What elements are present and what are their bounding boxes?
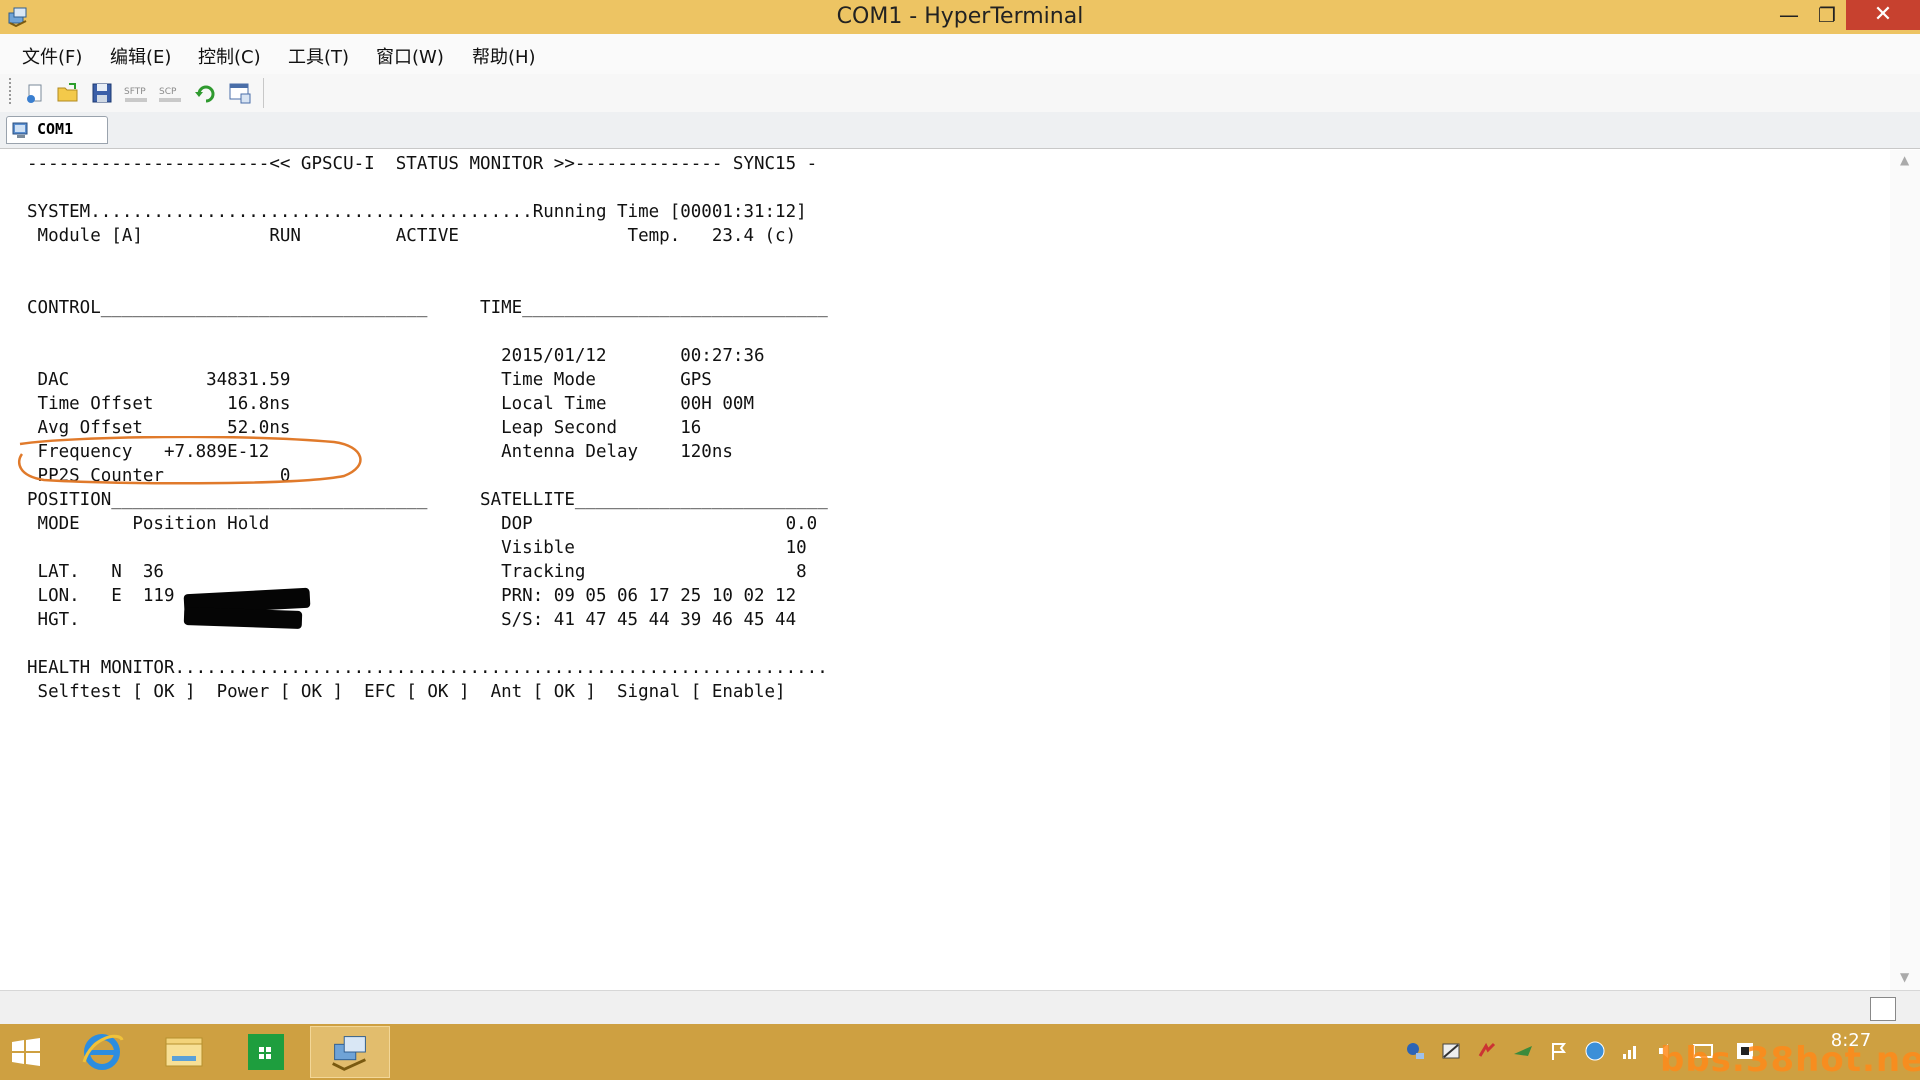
menu-file[interactable]: 文件(F): [22, 43, 82, 69]
store-icon[interactable]: [226, 1026, 306, 1078]
close-button[interactable]: ✕: [1846, 0, 1920, 30]
terminal-line: Selftest [ OK ] Power [ OK ] EFC [ OK ] …: [27, 682, 786, 702]
title-bar[interactable]: COM1 - HyperTerminal — ❐ ✕: [0, 0, 1920, 34]
terminal-line: Time Offset 16.8ns Local Time 00H 00M: [27, 394, 754, 414]
antivirus-icon[interactable]: [1476, 1040, 1498, 1062]
flag-icon[interactable]: [1548, 1040, 1570, 1062]
menu-tools[interactable]: 工具(T): [288, 43, 349, 69]
terminal-line: DAC 34831.59 Time Mode GPS: [27, 370, 712, 390]
maximize-button[interactable]: ❐: [1808, 0, 1846, 30]
terminal-line: -----------------------<< GPSCU-I STATUS…: [27, 154, 818, 174]
vertical-scrollbar[interactable]: [1890, 150, 1920, 990]
watermark-text: bbs.38hot.net: [1660, 1040, 1920, 1080]
terminal-line: MODE Position Hold DOP 0.0: [27, 514, 818, 534]
terminal-line: Visible 10: [27, 538, 807, 558]
scroll-down-icon[interactable]: ▼: [1900, 970, 1909, 984]
terminal-line: POSITION______________________________ S…: [27, 490, 828, 510]
network-icon[interactable]: [1404, 1040, 1426, 1062]
new-session-icon[interactable]: [22, 80, 48, 106]
terminal-line: Module [A] RUN ACTIVE Temp. 23.4 (c): [27, 226, 797, 246]
sftp-icon[interactable]: SFTP: [123, 80, 149, 106]
tab-com1[interactable]: COM1: [6, 116, 108, 144]
terminal-line: Frequency +7.889E-12 Antenna Delay 120ns: [27, 442, 733, 462]
session-tab-bar: COM1: [0, 112, 1920, 149]
internet-explorer-icon[interactable]: [62, 1026, 142, 1078]
signal-icon[interactable]: [1620, 1040, 1642, 1062]
file-explorer-icon[interactable]: [144, 1026, 224, 1078]
hyperterminal-icon[interactable]: [310, 1026, 390, 1078]
taskbar: 8:27: [0, 1024, 1920, 1080]
menu-help[interactable]: 帮助(H): [472, 43, 536, 69]
minimize-button[interactable]: —: [1770, 0, 1808, 30]
toolbar-grip[interactable]: [9, 78, 14, 104]
printer-icon[interactable]: [1512, 1040, 1534, 1062]
tab-label: COM1: [37, 120, 74, 138]
terminal-line: CONTROL_______________________________ T…: [27, 298, 828, 318]
terminal-output[interactable]: -----------------------<< GPSCU-I STATUS…: [0, 149, 1920, 989]
menu-window[interactable]: 窗口(W): [376, 43, 444, 69]
terminal-line: HGT. +25.78m S/S: 41 47 45 44 39 46 45 4…: [27, 610, 797, 630]
toolbar: SFTP SCP: [0, 74, 1920, 113]
toolbar-separator: [263, 78, 264, 108]
svg-text:SFTP: SFTP: [124, 87, 146, 97]
scroll-up-icon[interactable]: ▲: [1900, 153, 1909, 167]
window-title: COM1 - HyperTerminal: [836, 4, 1084, 29]
start-icon[interactable]: [0, 1026, 52, 1078]
terminal-line: LAT. N 36 Tracking 8: [27, 562, 807, 582]
status-bar: [0, 990, 1920, 1025]
terminal-line: HEALTH MONITOR..........................…: [27, 658, 828, 678]
terminal-line: LON. E 119 PRN: 09 05 06 17 25 10 02 12: [27, 586, 797, 606]
terminal-session-icon: [12, 122, 28, 138]
globe-icon[interactable]: [1584, 1040, 1606, 1062]
terminal-line: 2015/01/12 00:27:36: [27, 346, 765, 366]
scp-icon[interactable]: SCP: [157, 80, 183, 106]
save-icon[interactable]: [89, 80, 115, 106]
menu-control[interactable]: 控制(C): [198, 43, 261, 69]
svg-text:SCP: SCP: [159, 87, 177, 97]
terminal-line: Avg Offset 52.0ns Leap Second 16: [27, 418, 702, 438]
menu-edit[interactable]: 编辑(E): [110, 43, 171, 69]
terminal-line: SYSTEM..................................…: [27, 202, 807, 222]
open-icon[interactable]: [55, 80, 81, 106]
tool-icon[interactable]: [1440, 1040, 1462, 1062]
properties-icon[interactable]: [227, 80, 253, 106]
reconnect-icon[interactable]: [193, 80, 219, 106]
terminal-line: PP2S Counter 0: [27, 466, 291, 486]
resize-grip[interactable]: [1870, 997, 1896, 1021]
menu-bar: 文件(F) 编辑(E) 控制(C) 工具(T) 窗口(W) 帮助(H): [0, 34, 1920, 74]
